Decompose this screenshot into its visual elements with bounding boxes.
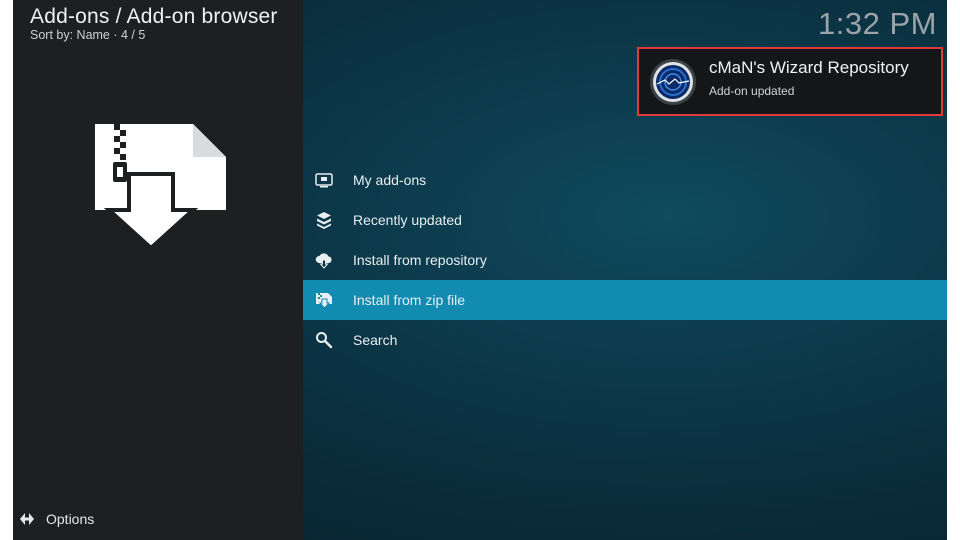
menu-item-install-from-zip[interactable]: Install from zip file [303,280,947,320]
options-button[interactable]: Options [19,511,94,527]
sort-info: Sort by: Name · 4 / 5 [30,28,146,42]
zip-file-download-icon [95,124,226,251]
kodi-screen: Add-ons / Add-on browser Sort by: Name ·… [13,0,947,540]
menu-item-recently-updated[interactable]: Recently updated [303,200,947,240]
cloud-download-icon [315,253,332,269]
notification-toast: cMaN's Wizard Repository Add-on updated [637,47,943,116]
menu-item-label: Recently updated [353,212,462,228]
options-arrows-icon [20,513,34,525]
notification-subtitle: Add-on updated [709,84,795,98]
menu-item-search[interactable]: Search [303,320,947,360]
menu-item-install-from-repository[interactable]: Install from repository [303,240,947,280]
monitor-box-icon [315,173,333,188]
clock: 1:32 PM [818,6,937,41]
menu-item-label: My add-ons [353,172,427,188]
zip-install-icon [316,293,332,309]
menu-item-my-addons[interactable]: My add-ons [303,160,947,200]
search-icon [316,332,333,349]
menu-item-label: Install from repository [353,252,487,268]
menu-item-label: Search [353,332,398,348]
cman-logo-icon [650,59,696,105]
options-label: Options [46,511,95,527]
notification-title: cMaN's Wizard Repository [709,58,909,77]
addon-browser-menu: My add-ons Recently updated Install from… [303,160,947,360]
box-stack-icon [317,212,331,229]
left-panel: Add-ons / Add-on browser Sort by: Name ·… [13,0,303,540]
menu-item-label: Install from zip file [353,292,466,308]
page-title: Add-ons / Add-on browser [30,5,278,28]
